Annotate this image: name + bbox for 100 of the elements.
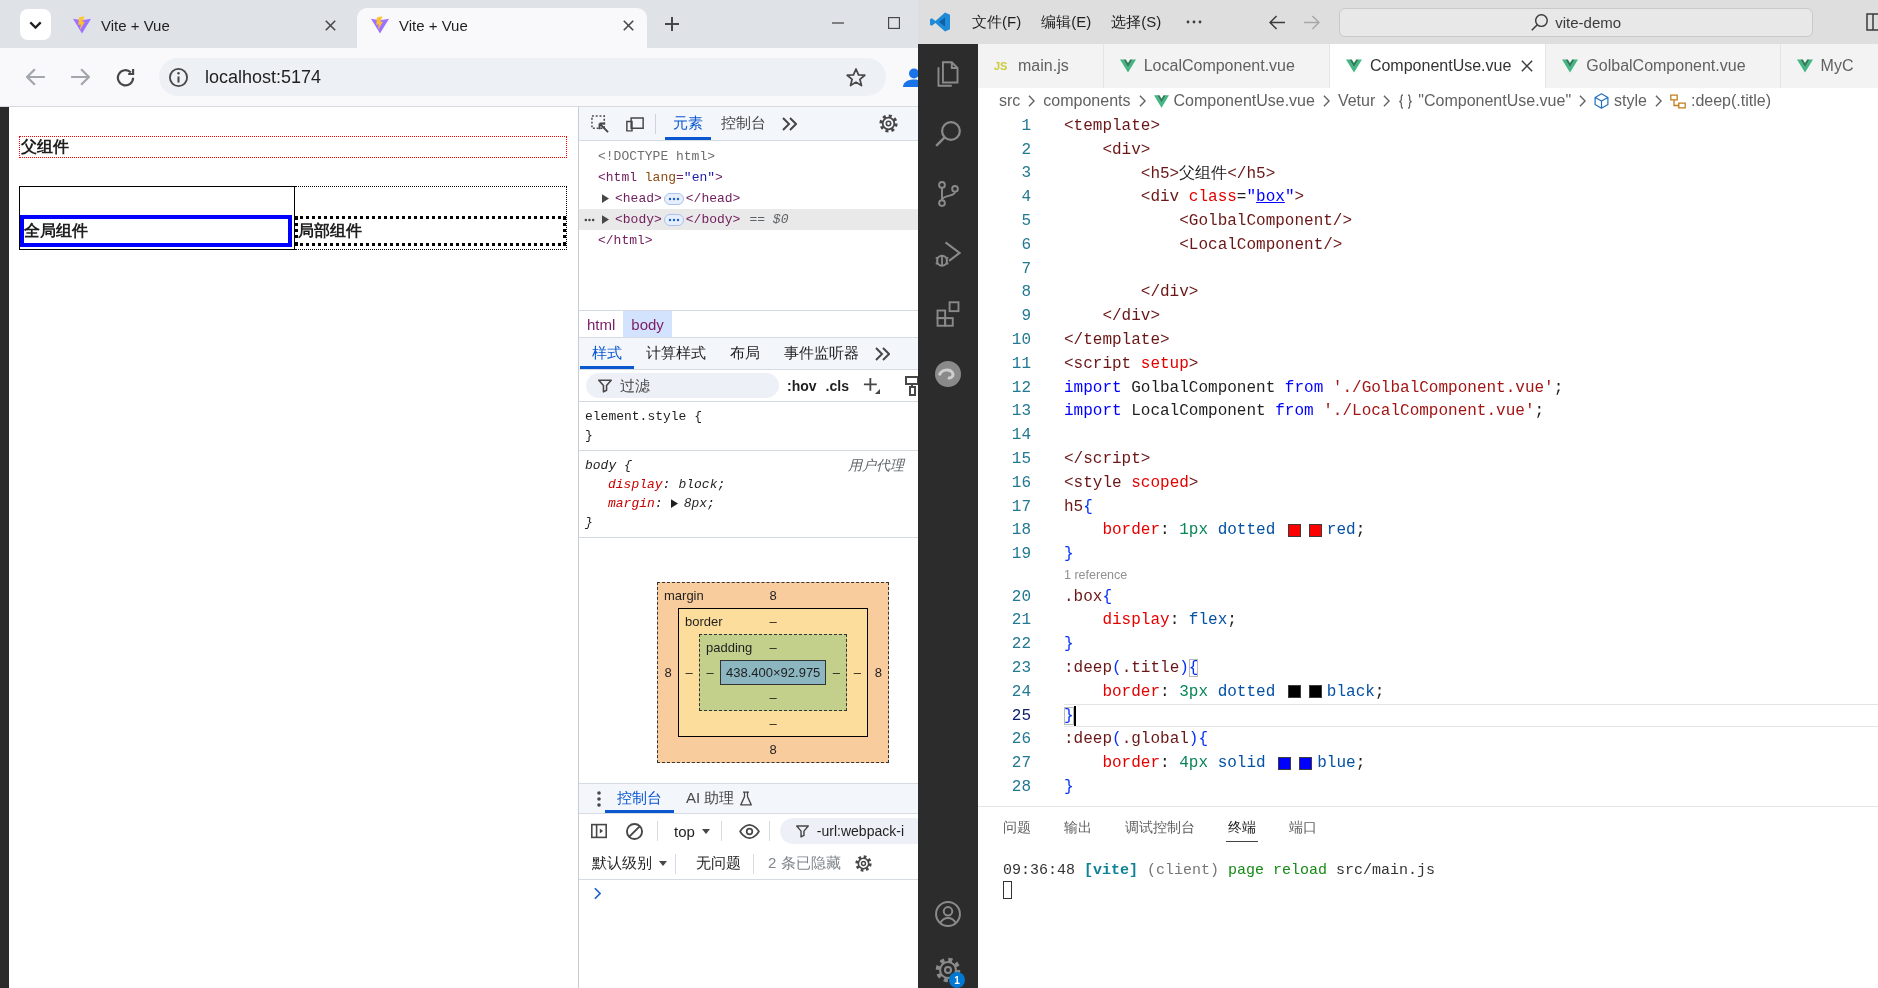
html-tag[interactable]: <head> — [615, 191, 662, 206]
search-icon[interactable] — [935, 121, 961, 147]
toggle-button[interactable]: :hov — [786, 377, 818, 394]
color-swatch-icon[interactable] — [1299, 756, 1313, 770]
text-cursor — [1073, 705, 1076, 726]
drawer-tab[interactable]: AI 助理 — [674, 784, 765, 813]
breadcrumb-item[interactable]: style — [1614, 92, 1647, 110]
breadcrumb-item[interactable]: Vetur — [1337, 92, 1376, 110]
browser-tab[interactable]: Vite + Vue — [357, 8, 647, 48]
menu-item[interactable]: 文件(F) — [972, 12, 1022, 32]
html-tag[interactable]: <body> — [615, 212, 662, 227]
context-dropdown[interactable]: top — [674, 822, 710, 840]
command-center[interactable]: vite-demo — [1339, 7, 1814, 37]
sidebar-toggle-icon[interactable] — [1866, 13, 1878, 31]
styles-tab[interactable]: 布局 — [718, 338, 772, 369]
css-property[interactable]: margin: — [608, 494, 663, 513]
swirl-icon[interactable] — [935, 361, 961, 387]
editor-tab[interactable]: ComponentUse.vue — [1329, 44, 1547, 88]
devtools-tab[interactable]: 控制台 — [713, 107, 774, 140]
reload-icon[interactable] — [116, 67, 135, 87]
styles-tab[interactable]: 样式 — [580, 338, 634, 369]
color-swatch-icon[interactable] — [1278, 756, 1292, 770]
menu-item[interactable]: 编辑(E) — [1041, 12, 1092, 32]
css-value[interactable]: block; — [678, 475, 726, 494]
console-filter-field[interactable]: -url:webpack-i — [779, 818, 918, 844]
css-value[interactable]: 8px; — [683, 494, 715, 513]
more-tabs-icon[interactable] — [875, 346, 890, 361]
breadcrumb-item[interactable]: :deep(.title) — [1690, 92, 1771, 110]
styles-tab[interactable]: 事件监听器 — [772, 338, 871, 369]
expand-arrow-icon[interactable] — [602, 194, 609, 203]
settings-icon[interactable] — [879, 114, 898, 133]
new-rule-icon[interactable] — [862, 377, 880, 394]
star-icon[interactable] — [846, 67, 866, 87]
filter-field[interactable]: 过滤 — [586, 373, 779, 398]
close-icon[interactable] — [1521, 60, 1534, 72]
ellipsis-icon[interactable] — [663, 192, 684, 205]
css-property[interactable]: display: — [608, 475, 671, 494]
color-swatch-icon[interactable] — [1287, 685, 1301, 699]
editor-tab[interactable]: GolbalComponent.vue — [1546, 44, 1781, 88]
address-field[interactable]: localhost:5174 — [159, 58, 886, 96]
files-icon[interactable] — [936, 61, 960, 87]
settings-icon[interactable] — [854, 855, 872, 872]
clear-icon[interactable] — [626, 822, 643, 840]
issues-button[interactable]: 无问题 — [696, 854, 741, 873]
menu-item[interactable]: 选择(S) — [1111, 12, 1162, 32]
close-icon[interactable] — [623, 19, 634, 31]
color-swatch-icon[interactable] — [1308, 523, 1322, 537]
ellipsis-icon[interactable] — [663, 213, 684, 226]
panel-tab[interactable]: 调试控制台 — [1123, 815, 1197, 842]
more-icon[interactable] — [584, 218, 595, 222]
logo-icon[interactable] — [930, 12, 950, 32]
editor-tab[interactable]: MyC — [1780, 44, 1878, 88]
breadcrumb-item[interactable]: body — [623, 311, 672, 337]
prompt-icon — [594, 887, 601, 900]
close-icon[interactable] — [325, 19, 336, 31]
more-vertical-icon[interactable] — [597, 790, 601, 807]
run-debug-icon[interactable] — [935, 241, 961, 267]
code-text: blue; — [1317, 754, 1366, 773]
profile-icon[interactable] — [903, 67, 918, 87]
plus-icon[interactable] — [665, 17, 679, 31]
more-tabs-icon[interactable] — [782, 116, 797, 131]
css-selector[interactable]: body { — [585, 456, 632, 475]
selected-row-highlight[interactable]: <body> </body> == $0 — [579, 209, 918, 230]
account-icon[interactable] — [935, 901, 961, 927]
maximize-icon[interactable] — [888, 17, 900, 29]
devtools-tab[interactable]: 元素 — [665, 107, 711, 140]
panel-tab[interactable]: 问题 — [1001, 815, 1033, 842]
panel-tab[interactable]: 终端 — [1226, 815, 1258, 842]
editor-tab[interactable]: JS main.js — [978, 44, 1104, 88]
info-icon[interactable] — [169, 67, 188, 87]
settings-icon[interactable] — [935, 957, 961, 983]
extensions-icon[interactable] — [936, 301, 960, 327]
sidebar-icon[interactable] — [591, 823, 607, 839]
panel-tab[interactable]: 端口 — [1287, 815, 1319, 842]
source-control-icon[interactable] — [937, 181, 959, 207]
editor-tab[interactable]: LocalComponent.vue — [1103, 44, 1330, 88]
browser-tab[interactable]: Vite + Vue — [59, 8, 349, 48]
eye-icon[interactable] — [738, 823, 760, 839]
css-selector[interactable]: element.style { — [585, 407, 703, 426]
panel-tab[interactable]: 输出 — [1062, 815, 1094, 842]
html-tag[interactable]: <html lang="en"> — [598, 170, 723, 185]
expand-arrow-icon[interactable] — [602, 215, 609, 224]
toggle-button[interactable]: .cls — [824, 377, 850, 394]
breadcrumb-item[interactable]: ComponentUse.vue — [1173, 92, 1315, 110]
breadcrumb-item[interactable]: components — [1043, 92, 1131, 110]
styles-tab[interactable]: 计算样式 — [634, 338, 718, 369]
tab-search-button[interactable] — [20, 9, 51, 40]
more-icon[interactable] — [1185, 20, 1204, 24]
back-arrow-icon[interactable] — [1269, 14, 1287, 30]
color-swatch-icon[interactable] — [1308, 685, 1322, 699]
breadcrumb-item[interactable]: html — [579, 311, 624, 337]
expand-arrow-icon[interactable] — [670, 499, 678, 508]
level-dropdown[interactable]: 默认级别 — [592, 854, 667, 873]
color-swatch-icon[interactable] — [1287, 523, 1301, 537]
breadcrumb-item[interactable]: "ComponentUse.vue" — [1418, 92, 1572, 110]
brush-icon[interactable] — [905, 375, 918, 396]
breadcrumb-item[interactable]: src — [999, 92, 1021, 110]
inspect-icon[interactable] — [591, 114, 609, 133]
device-icon[interactable] — [626, 115, 644, 132]
drawer-tab[interactable]: 控制台 — [605, 784, 674, 813]
